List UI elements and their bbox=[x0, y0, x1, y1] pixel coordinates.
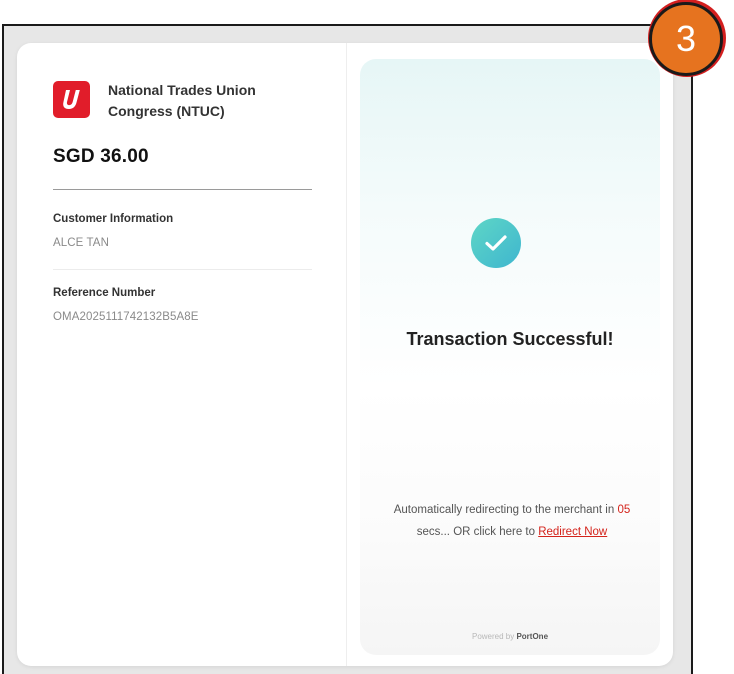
reference-number-label: Reference Number bbox=[53, 287, 156, 299]
merchant-logo-icon bbox=[53, 81, 90, 118]
merchant-name: National Trades Union Congress (NTUC) bbox=[108, 82, 256, 119]
redirect-message: Automatically redirecting to the merchan… bbox=[374, 499, 650, 543]
powered-by-prefix: Powered by bbox=[471, 632, 517, 641]
payment-amount: SGD 36.00 bbox=[53, 146, 149, 167]
step-number-badge: 3 bbox=[649, 2, 723, 76]
order-summary-panel: National Trades Union Congress (NTUC) SG… bbox=[17, 43, 346, 666]
customer-divider bbox=[53, 269, 312, 270]
powered-by: Powered by PortOne bbox=[360, 632, 660, 641]
transaction-status-title: Transaction Successful! bbox=[406, 329, 614, 349]
check-icon bbox=[485, 235, 507, 251]
redirect-countdown: 05 bbox=[617, 504, 631, 516]
amount-divider bbox=[53, 189, 312, 190]
redirect-now-link[interactable]: Redirect Now bbox=[538, 526, 607, 538]
redirect-prefix: Automatically redirecting to the merchan… bbox=[393, 504, 618, 516]
ntuc-u-logo-icon bbox=[62, 89, 80, 109]
reference-number-value: OMA2025111742132B5A8E bbox=[53, 311, 199, 323]
payment-card: National Trades Union Congress (NTUC) SG… bbox=[17, 43, 673, 666]
customer-info-label: Customer Information bbox=[53, 213, 174, 225]
panel-divider bbox=[346, 43, 347, 666]
customer-name: ALCE TAN bbox=[53, 237, 109, 249]
portone-brand: PortOne bbox=[516, 632, 549, 641]
redirect-middle: secs... OR click here to bbox=[416, 526, 539, 538]
success-check-icon bbox=[471, 218, 521, 268]
transaction-status-panel: Transaction Successful! Automatically re… bbox=[360, 59, 660, 655]
